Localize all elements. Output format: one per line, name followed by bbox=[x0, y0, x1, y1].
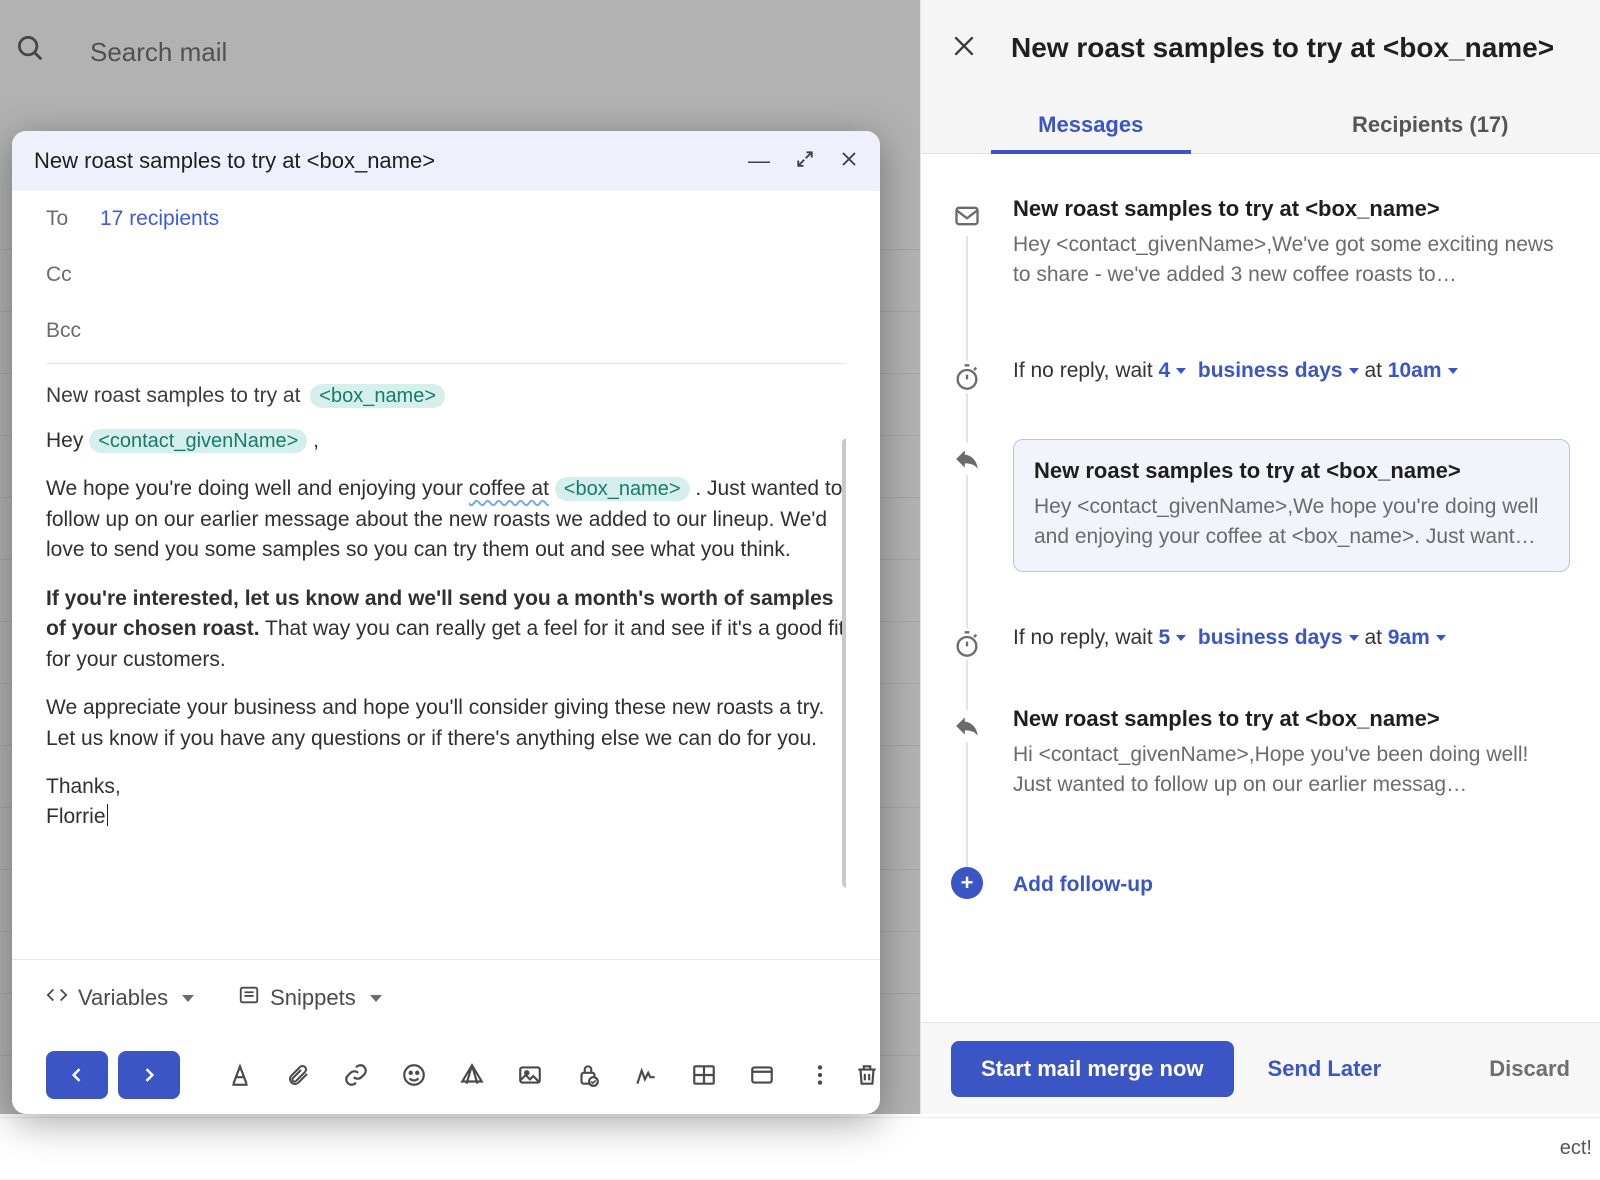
tab-recipients[interactable]: Recipients (17) bbox=[1261, 96, 1600, 153]
recipients-link[interactable]: 17 recipients bbox=[100, 207, 219, 231]
sidepanel-content: + New roast samples to try at <box_name>… bbox=[921, 154, 1600, 1022]
wait-step: If no reply, wait 5 business days at 9am bbox=[1013, 624, 1570, 666]
subject-variable-chip[interactable]: <box_name> bbox=[310, 384, 445, 408]
step-preview: Hey <contact_givenName>,We've got some e… bbox=[1013, 230, 1570, 291]
discard-button[interactable]: Discard bbox=[1489, 1056, 1570, 1082]
sidepanel-header: New roast samples to try at <box_name> bbox=[921, 0, 1600, 96]
tab-messages[interactable]: Messages bbox=[921, 96, 1261, 153]
send-later-button[interactable]: Send Later bbox=[1268, 1056, 1382, 1082]
stopwatch-icon bbox=[951, 361, 983, 393]
compose-header: New roast samples to try at <box_name> — bbox=[12, 131, 880, 191]
stopwatch-icon bbox=[951, 628, 983, 660]
snippets-dropdown[interactable]: Snippets bbox=[238, 984, 382, 1012]
merge-sidepanel: New roast samples to try at <box_name> M… bbox=[920, 0, 1600, 1114]
step-title: New roast samples to try at <box_name> bbox=[1013, 706, 1570, 732]
envelope-icon bbox=[951, 200, 983, 232]
wait-time-dropdown[interactable]: 9am bbox=[1388, 626, 1446, 650]
wait-unit-dropdown[interactable]: business days bbox=[1198, 359, 1359, 383]
chevron-down-icon bbox=[370, 995, 382, 1002]
confidential-icon[interactable] bbox=[564, 1051, 612, 1099]
template-icon[interactable] bbox=[738, 1051, 786, 1099]
close-icon[interactable] bbox=[840, 150, 858, 172]
wait-step: If no reply, wait 4 business days at 10a… bbox=[1013, 357, 1570, 399]
chevron-down-icon bbox=[182, 995, 194, 1002]
cc-row[interactable]: Cc bbox=[46, 247, 846, 303]
boxname-variable-chip[interactable]: <box_name> bbox=[555, 477, 690, 501]
givenname-variable-chip[interactable]: <contact_givenName> bbox=[89, 429, 307, 453]
formatting-toolbar bbox=[46, 1036, 846, 1114]
emoji-icon[interactable] bbox=[390, 1051, 438, 1099]
step-title: New roast samples to try at <box_name> bbox=[1034, 458, 1549, 484]
wait-days-dropdown[interactable]: 5 bbox=[1159, 626, 1187, 650]
compose-title: New roast samples to try at <box_name> bbox=[34, 148, 435, 174]
subject-text: New roast samples to try at bbox=[46, 384, 306, 407]
reply-icon bbox=[951, 443, 983, 475]
more-icon[interactable] bbox=[796, 1051, 844, 1099]
variables-dropdown[interactable]: Variables bbox=[46, 984, 194, 1012]
sidepanel-footer: Start mail merge now Send Later Discard bbox=[921, 1022, 1600, 1114]
subject-row[interactable]: New roast samples to try at <box_name> bbox=[46, 364, 846, 426]
expand-icon[interactable] bbox=[796, 150, 814, 172]
start-merge-button[interactable]: Start mail merge now bbox=[951, 1041, 1234, 1097]
message-step[interactable]: New roast samples to try at <box_name> He… bbox=[1013, 196, 1570, 313]
mail-row: ect! bbox=[0, 1118, 1600, 1180]
layout-icon[interactable] bbox=[680, 1051, 728, 1099]
snippets-icon bbox=[238, 984, 260, 1012]
link-icon[interactable] bbox=[332, 1051, 380, 1099]
step-preview: Hi <contact_givenName>,Hope you've been … bbox=[1013, 740, 1570, 801]
add-followup-button[interactable]: Add follow-up bbox=[1013, 867, 1570, 897]
cc-label: Cc bbox=[46, 263, 100, 287]
minimize-icon[interactable]: — bbox=[748, 150, 770, 172]
attach-icon[interactable] bbox=[274, 1051, 322, 1099]
compose-body[interactable]: Hey <contact_givenName> , We hope you're… bbox=[46, 426, 846, 959]
prev-button[interactable] bbox=[46, 1051, 108, 1099]
trash-icon[interactable] bbox=[854, 1051, 880, 1099]
wait-unit-dropdown[interactable]: business days bbox=[1198, 626, 1359, 650]
to-label: To bbox=[46, 207, 100, 231]
bcc-row[interactable]: Bcc bbox=[46, 303, 846, 359]
text-format-icon[interactable] bbox=[216, 1051, 264, 1099]
message-step[interactable]: New roast samples to try at <box_name> Hi… bbox=[1013, 706, 1570, 823]
message-step-selected[interactable]: New roast samples to try at <box_name> He… bbox=[1013, 439, 1570, 572]
reply-icon bbox=[951, 710, 983, 742]
text-cursor bbox=[107, 804, 108, 826]
step-title: New roast samples to try at <box_name> bbox=[1013, 196, 1570, 222]
step-preview: Hey <contact_givenName>,We hope you're d… bbox=[1034, 492, 1549, 553]
wait-days-dropdown[interactable]: 4 bbox=[1159, 359, 1187, 383]
code-icon bbox=[46, 984, 68, 1012]
drive-icon[interactable] bbox=[448, 1051, 496, 1099]
close-icon[interactable] bbox=[951, 33, 977, 64]
sidepanel-title: New roast samples to try at <box_name> bbox=[1011, 32, 1554, 64]
image-icon[interactable] bbox=[506, 1051, 554, 1099]
wait-time-dropdown[interactable]: 10am bbox=[1388, 359, 1458, 383]
next-button[interactable] bbox=[118, 1051, 180, 1099]
signature-icon[interactable] bbox=[622, 1051, 670, 1099]
bcc-label: Bcc bbox=[46, 319, 100, 343]
scrollbar[interactable] bbox=[842, 438, 846, 888]
sidepanel-tabs: Messages Recipients (17) bbox=[921, 96, 1600, 154]
to-row[interactable]: To 17 recipients bbox=[46, 191, 846, 247]
compose-window: New roast samples to try at <box_name> —… bbox=[12, 131, 880, 1114]
insert-bar: Variables Snippets bbox=[46, 960, 846, 1036]
plus-icon: + bbox=[951, 867, 983, 899]
spellcheck-wavy: coffee at bbox=[469, 477, 549, 500]
